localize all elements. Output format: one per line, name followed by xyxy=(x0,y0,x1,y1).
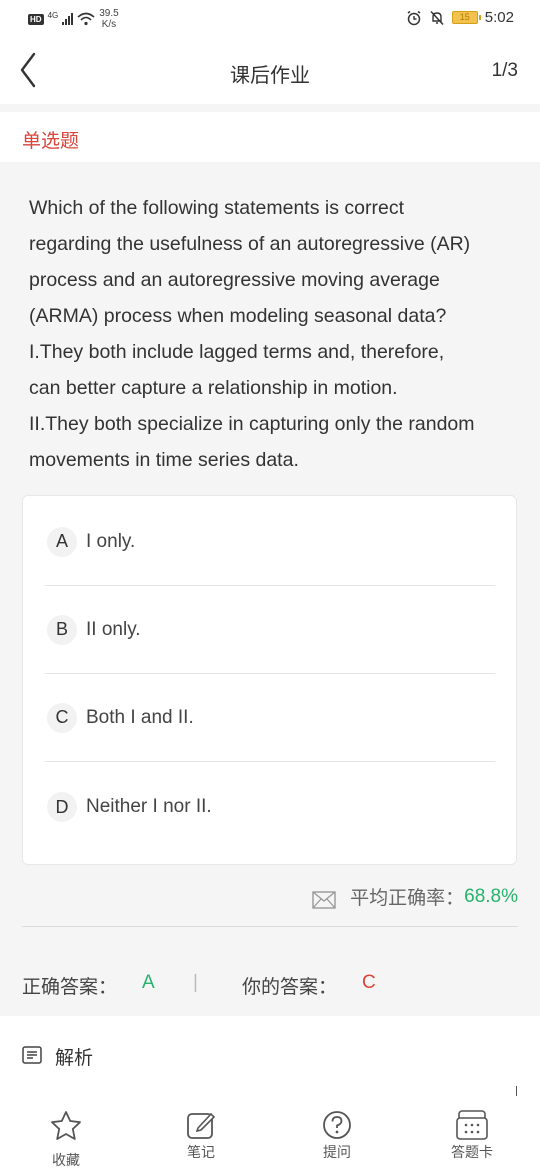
question-line: can better capture a relationship in mot… xyxy=(29,377,398,399)
option-letter: A xyxy=(47,526,77,557)
clock: 5:02 xyxy=(484,9,514,26)
question-type-row: 单选题 xyxy=(0,112,540,162)
document-icon xyxy=(22,1046,42,1064)
alarm-icon xyxy=(407,10,421,25)
page-indicator: 1/3 xyxy=(491,60,518,81)
edit-note-icon xyxy=(187,1112,216,1139)
question-line: movements in time series data. xyxy=(29,449,299,471)
status-left: HD 4G 39.5 K/s xyxy=(28,8,119,30)
accuracy-value: 68.8% xyxy=(464,885,518,907)
option-text: I only. xyxy=(86,530,136,552)
question-line: I.They both include lagged terms and, th… xyxy=(29,341,445,363)
question-line: (ARMA) process when modeling seasonal da… xyxy=(29,305,447,327)
analysis-section[interactable]: 解析 xyxy=(0,1016,540,1102)
analysis-title: 解析 xyxy=(55,1048,94,1069)
question-line: regarding the usefulness of an autoregre… xyxy=(29,233,471,255)
wifi-icon xyxy=(77,12,95,26)
question-stem: Which of the following statements is cor… xyxy=(29,190,519,478)
question-line: process and an autoregressive moving ave… xyxy=(29,269,440,291)
question-type: 单选题 xyxy=(22,131,80,152)
tab-notes[interactable]: 笔记 xyxy=(151,1096,251,1170)
option-text: Both I and II. xyxy=(86,706,194,728)
mute-bell-icon xyxy=(430,10,444,25)
option-letter: B xyxy=(47,614,77,645)
option-a[interactable]: A I only. xyxy=(45,498,495,586)
question-line: II.They both specialize in capturing onl… xyxy=(29,413,475,435)
option-c[interactable]: C Both I and II. xyxy=(45,674,495,762)
star-icon xyxy=(51,1111,81,1140)
tab-ask[interactable]: 提问 xyxy=(287,1096,387,1170)
answer-card-icon xyxy=(456,1110,488,1140)
tab-label: 答题卡 xyxy=(451,1144,493,1160)
tab-favorite[interactable]: 收藏 xyxy=(16,1096,116,1170)
accuracy-label: 平均正确率： xyxy=(350,888,465,909)
signal-type: 4G xyxy=(47,10,59,20)
divider xyxy=(22,926,518,927)
battery-icon: 15 xyxy=(451,11,481,24)
tab-answer-card[interactable]: 答题卡 xyxy=(422,1096,522,1170)
question-icon xyxy=(323,1111,351,1139)
tab-label: 收藏 xyxy=(52,1152,80,1168)
page-title: 课后作业 xyxy=(230,65,310,87)
status-bar: HD 4G 39.5 K/s 15 5:02 xyxy=(0,0,540,36)
your-answer-label: 你的答案： xyxy=(242,977,338,998)
option-b[interactable]: B II only. xyxy=(45,586,495,674)
mail-icon xyxy=(312,890,336,909)
question-line: Which of the following statements is cor… xyxy=(29,197,404,219)
option-d[interactable]: D Neither I nor II. xyxy=(45,763,495,851)
nav-bar: 课后作业 1/3 xyxy=(0,36,540,104)
signal-bars-icon xyxy=(62,13,74,25)
average-accuracy: 平均正确率： 68.8% xyxy=(312,883,518,910)
correct-answer-value: A xyxy=(142,972,155,993)
network-speed-value: 39.5 xyxy=(99,8,119,19)
status-right: 15 5:02 xyxy=(406,9,514,26)
tab-label: 提问 xyxy=(323,1144,351,1160)
answer-row: 正确答案： A | 你的答案： C xyxy=(0,950,540,1016)
option-letter: C xyxy=(47,702,77,733)
options-card: A I only. B II only. C Both I and II. D … xyxy=(22,495,517,865)
option-letter: D xyxy=(47,792,77,822)
network-speed: 39.5 K/s xyxy=(99,8,118,30)
tab-label: 笔记 xyxy=(187,1144,215,1160)
hd-badge: HD xyxy=(28,13,44,25)
answer-separator: | xyxy=(193,972,198,993)
correct-answer-label: 正确答案： xyxy=(22,977,118,998)
bottom-tab-bar: 收藏 笔记 提问 答题卡 xyxy=(0,1096,540,1170)
your-answer-value: C xyxy=(362,972,376,993)
network-speed-unit: K/s xyxy=(101,19,117,30)
option-text: II only. xyxy=(86,618,141,640)
option-text: Neither I nor II. xyxy=(86,796,212,817)
